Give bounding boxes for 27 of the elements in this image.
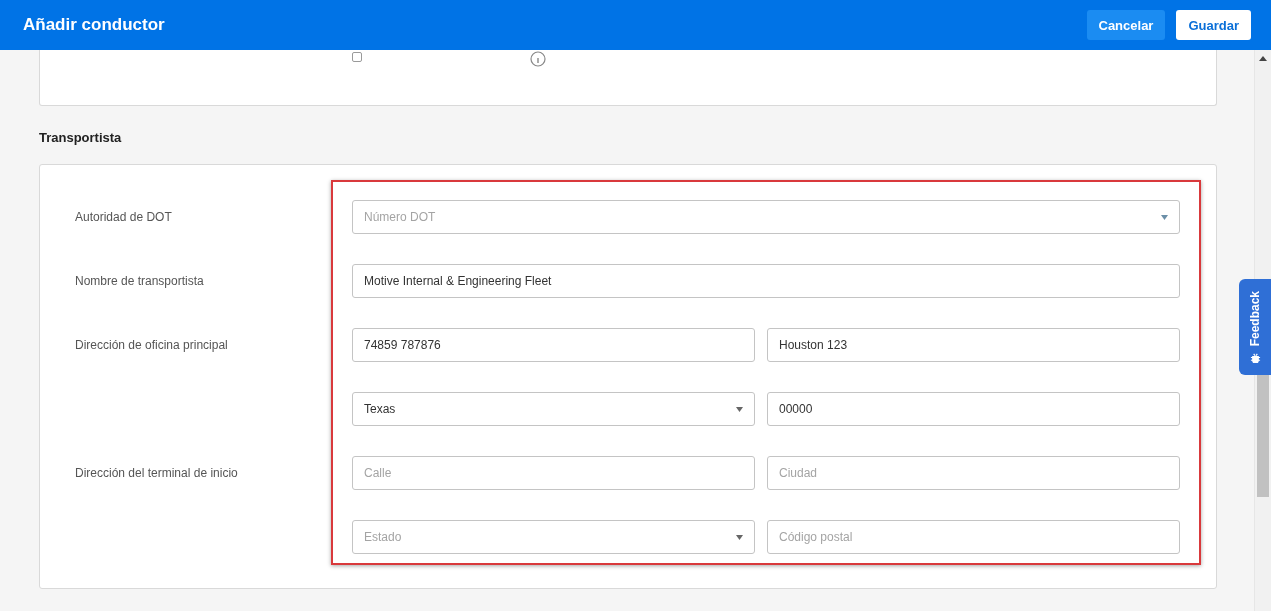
input-field[interactable]: Calle bbox=[352, 456, 755, 490]
dropdown-field[interactable]: Estado bbox=[352, 520, 755, 554]
input-field[interactable]: Houston 123 bbox=[767, 328, 1180, 362]
input-field[interactable]: Ciudad bbox=[767, 456, 1180, 490]
input-field[interactable]: 74859 787876 bbox=[352, 328, 755, 362]
scroll-up-icon[interactable] bbox=[1259, 56, 1267, 61]
input-field[interactable]: Código postal bbox=[767, 520, 1180, 554]
bug-icon bbox=[1249, 351, 1261, 363]
dropdown-field[interactable]: Texas bbox=[352, 392, 755, 426]
field-label: Nombre de transportista bbox=[75, 274, 204, 288]
input-field[interactable]: 00000 bbox=[767, 392, 1180, 426]
field-label: Autoridad de DOT bbox=[75, 210, 172, 224]
dialog-title: Añadir conductor bbox=[23, 15, 166, 35]
field-label: Dirección del terminal de inicio bbox=[75, 466, 238, 480]
scrollbar-thumb[interactable] bbox=[1257, 375, 1269, 497]
checkbox[interactable] bbox=[352, 52, 362, 62]
caret-icon bbox=[1161, 214, 1168, 220]
feedback-tab[interactable]: Feedback bbox=[1239, 279, 1271, 375]
caret-icon bbox=[736, 534, 743, 540]
info-icon[interactable] bbox=[530, 51, 546, 67]
caret-icon bbox=[736, 406, 743, 412]
save-button[interactable]: Guardar bbox=[1176, 10, 1251, 40]
section-title: Transportista bbox=[39, 130, 123, 145]
field-label: Dirección de oficina principal bbox=[75, 338, 228, 352]
dropdown-field[interactable]: Número DOT bbox=[352, 200, 1180, 234]
cancel-button[interactable]: Cancelar bbox=[1086, 10, 1166, 40]
input-field[interactable]: Motive Internal & Engineering Fleet bbox=[352, 264, 1180, 298]
